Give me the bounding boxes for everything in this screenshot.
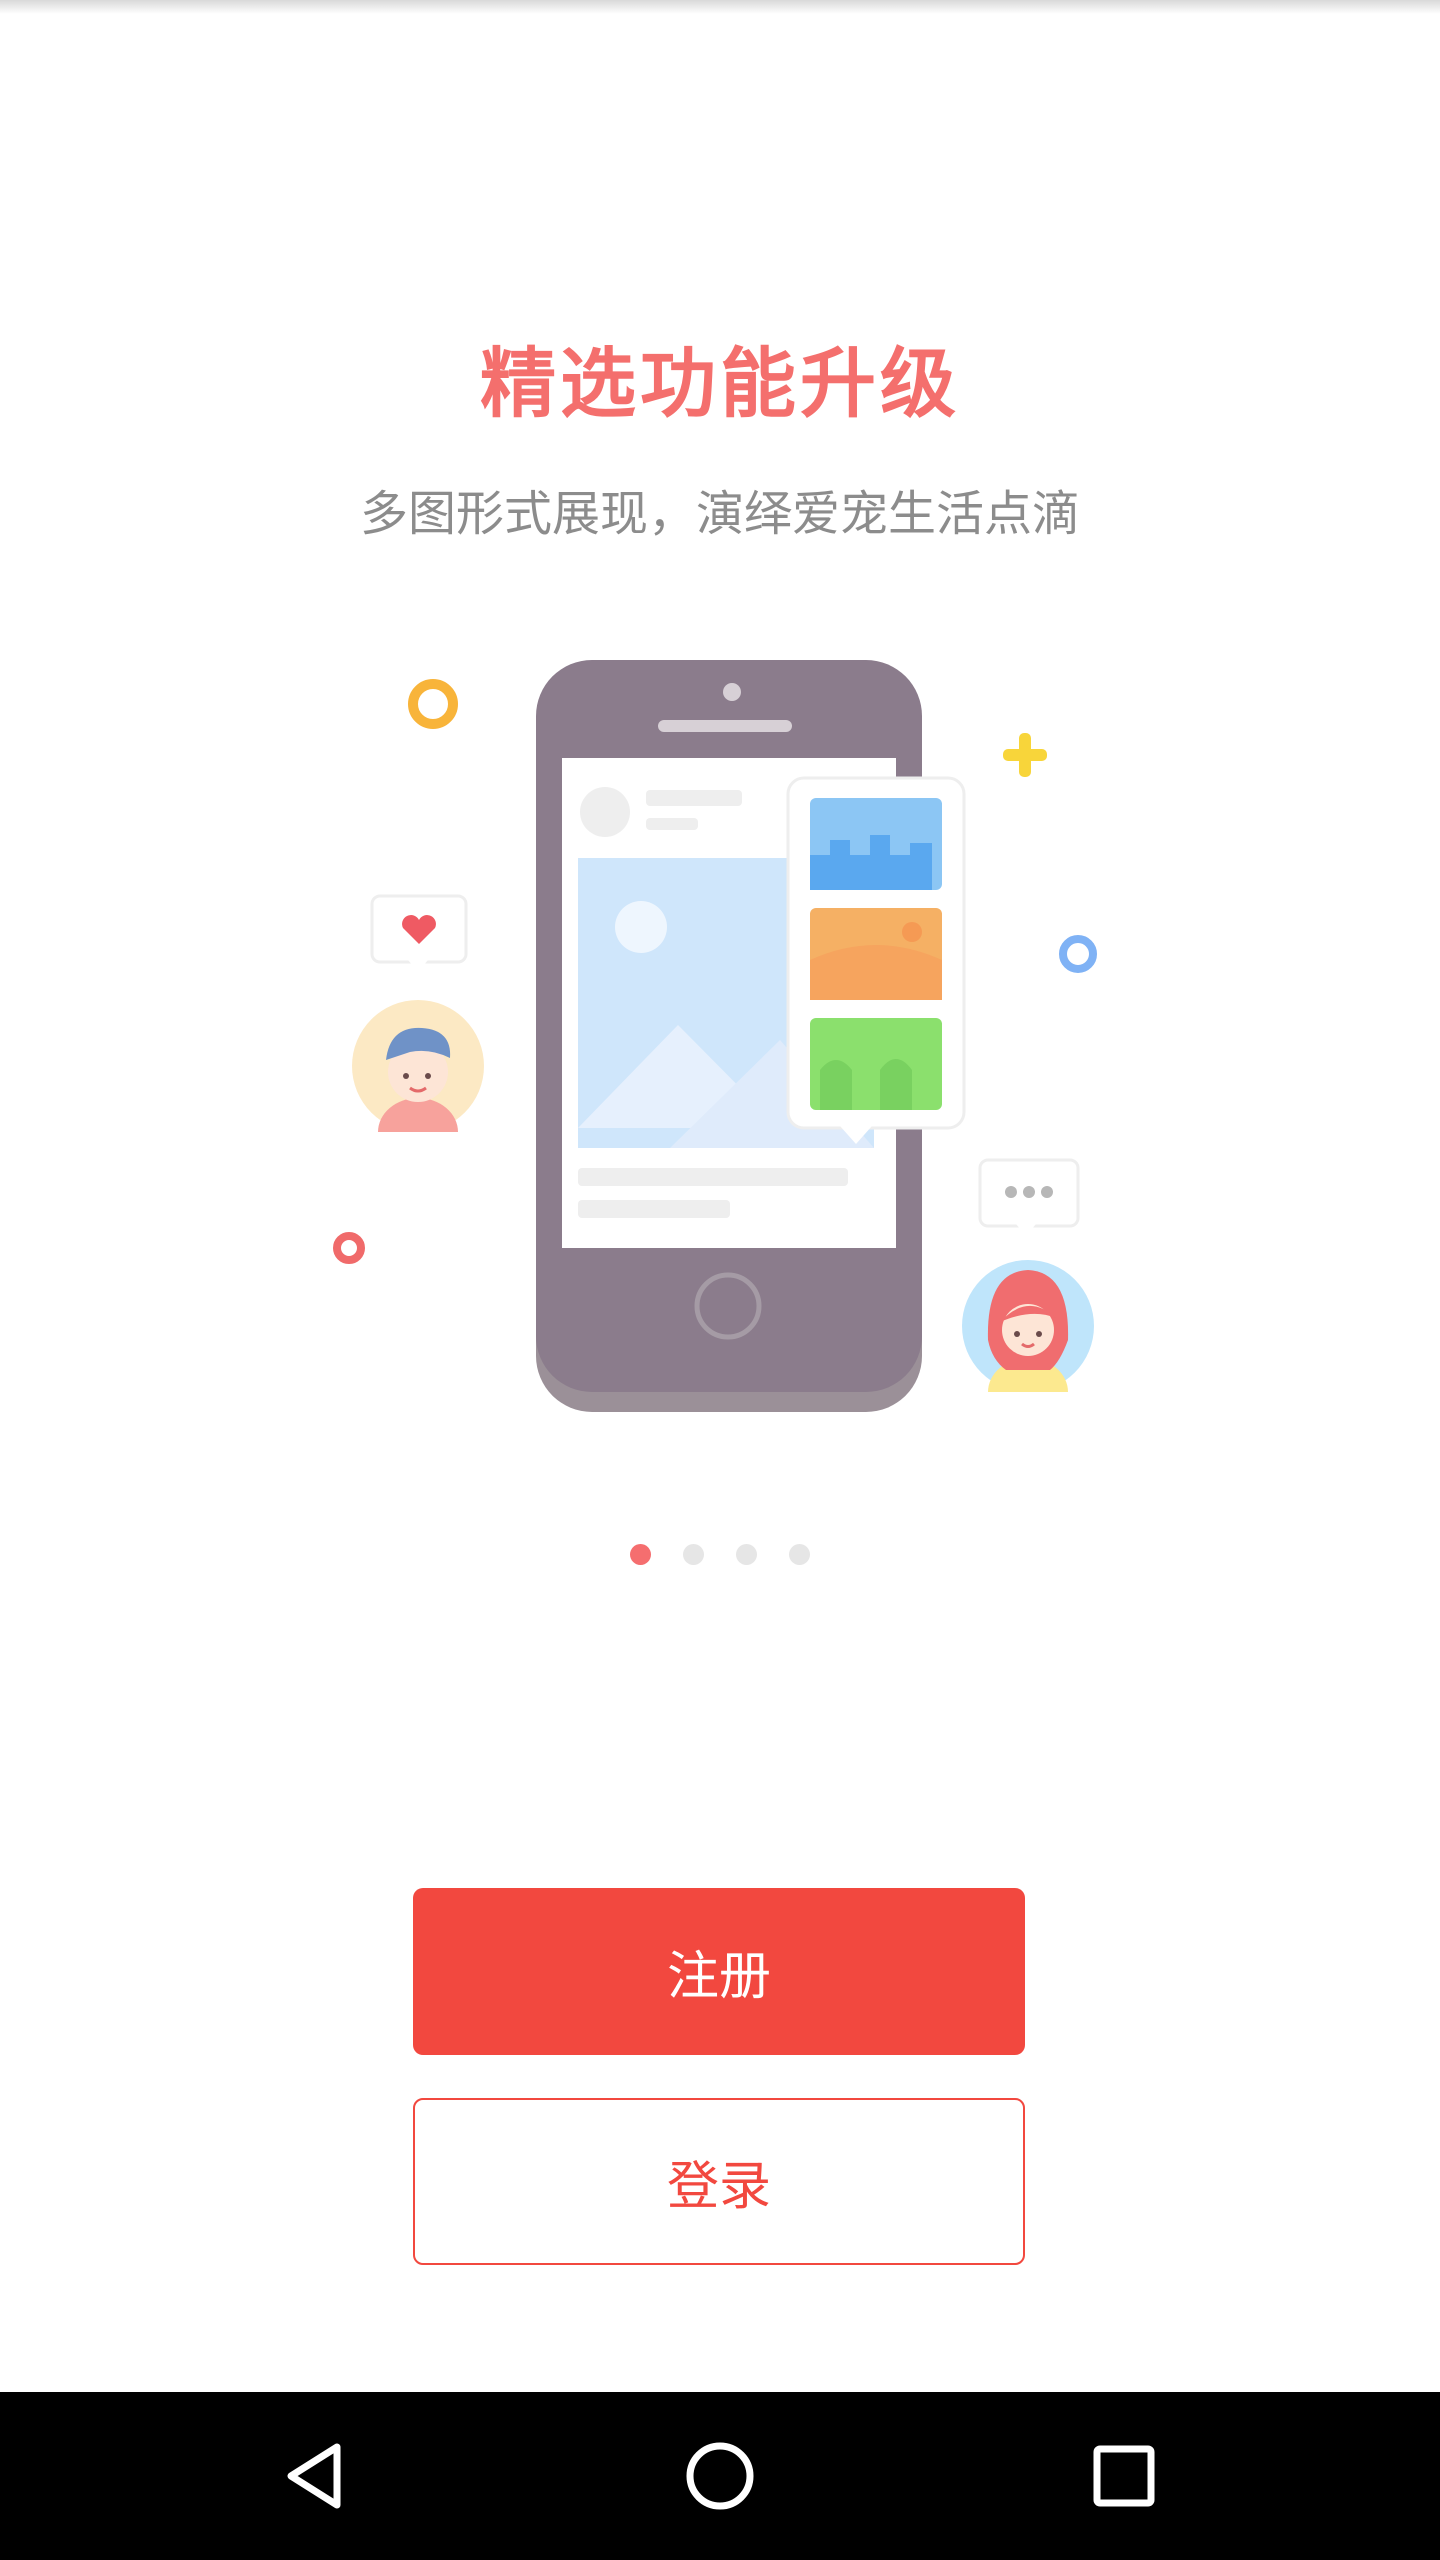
decor-ring-red — [333, 1232, 365, 1264]
phone-gallery-illustration — [333, 660, 1097, 1412]
girl-avatar-icon — [962, 1260, 1094, 1392]
gallery-card — [786, 776, 966, 1144]
page-indicator — [0, 1544, 1440, 1570]
system-nav-bar — [0, 2392, 1440, 2560]
register-button-label: 注册 — [666, 1947, 771, 2007]
page-title: 精选功能升级 — [480, 339, 960, 428]
onboarding-screen: 精选功能升级 多图形式展现，演绎爱宠生活点滴 注册 登录 — [0, 0, 1440, 2560]
page-dot-4 — [789, 1544, 810, 1565]
login-button[interactable]: 登录 — [413, 2098, 1025, 2265]
page-dot-2 — [683, 1544, 704, 1565]
triangle-back-icon — [287, 2443, 341, 2509]
chat-dots-bubble-icon — [978, 1158, 1080, 1236]
heart-bubble-icon — [370, 894, 468, 972]
nav-recents-button[interactable] — [1074, 2426, 1174, 2526]
decor-ring-orange — [408, 679, 458, 729]
decor-ring-blue — [1059, 935, 1097, 973]
page-subtitle: 多图形式展现，演绎爱宠生活点滴 — [359, 486, 1080, 542]
nav-home-button[interactable] — [670, 2426, 770, 2526]
register-button[interactable]: 注册 — [413, 1888, 1025, 2055]
login-button-label: 登录 — [666, 2157, 771, 2217]
square-recents-icon — [1093, 2445, 1155, 2507]
decor-plus — [1003, 733, 1047, 777]
status-bar-shadow — [0, 0, 1440, 14]
circle-home-icon — [686, 2442, 754, 2510]
boy-avatar-icon — [352, 1000, 484, 1132]
page-dot-3 — [736, 1544, 757, 1565]
nav-back-button[interactable] — [266, 2426, 366, 2526]
page-dot-1 — [630, 1544, 651, 1565]
